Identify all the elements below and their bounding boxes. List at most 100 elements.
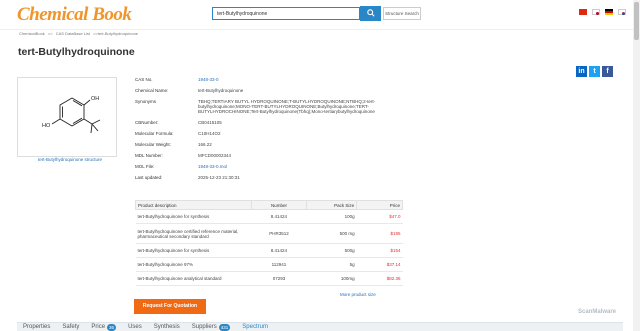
de-flag-icon[interactable] xyxy=(605,9,613,15)
breadcrumb-cas-list[interactable]: CAS DataBase List xyxy=(56,31,90,36)
search-icon xyxy=(366,9,375,17)
property-row: MDL Number: MFCD00002344 xyxy=(135,153,395,158)
property-label: Synonyms xyxy=(135,99,157,104)
search-input[interactable] xyxy=(212,7,360,20)
property-value[interactable]: 1948-33-0 xyxy=(198,77,388,82)
price: $195 xyxy=(356,223,403,244)
price: $37.14 xyxy=(356,257,403,272)
property-label: Chemical Name: xyxy=(135,88,169,93)
property-row: Molecular Weight: 166.22 xyxy=(135,142,395,147)
property-value: 2025-12-23 21:30:31 xyxy=(198,175,240,180)
property-row: Molecular Formula: C10H14O2 xyxy=(135,131,395,136)
tab-price[interactable]: Price 36 xyxy=(85,323,122,331)
product-table: Product description Number Pack Size Pri… xyxy=(135,200,403,286)
property-label: Molecular Weight: xyxy=(135,142,171,147)
breadcrumb-home[interactable]: ChemicalBook xyxy=(19,31,45,36)
facebook-icon[interactable]: f xyxy=(602,66,613,77)
tab-safety[interactable]: Safety xyxy=(56,323,85,331)
structure-link[interactable]: tert-Butylhydroquinone structure xyxy=(17,157,123,162)
price: $154 xyxy=(356,243,403,258)
tab-properties[interactable]: Properties xyxy=(17,323,56,331)
price: $47.0 xyxy=(356,209,403,224)
product-number: 8.41424 xyxy=(251,209,307,224)
oh-label-top: OH xyxy=(91,96,99,102)
property-row: CBNumber: CB0415105 xyxy=(135,120,395,125)
property-label: Last updated: xyxy=(135,175,163,180)
kr-flag-icon[interactable] xyxy=(618,9,626,15)
search-button[interactable] xyxy=(360,6,381,21)
tab-count-badge: 431 xyxy=(218,324,231,331)
pack-size: 500g xyxy=(306,243,357,258)
property-row: MOL File: 1948-33-0.mol xyxy=(135,164,395,169)
section-tabs: Properties Safety Price 36 Uses Synthesis Supp… xyxy=(17,322,623,331)
product-description: tert-Butylhydroquinone 97% xyxy=(135,257,252,272)
cn-flag-icon[interactable] xyxy=(579,9,587,15)
product-row[interactable]: tert-Butylhydroquinone 97% 112941 5g $37.14 xyxy=(135,257,403,272)
product-number: PHR3512 xyxy=(251,223,307,244)
watermark: ScanMalware xyxy=(578,309,617,315)
tab-spectrum[interactable]: Spectrum xyxy=(236,323,274,331)
tab-label: Price xyxy=(91,324,106,330)
product-row[interactable]: tert-Butylhydroquinone analytical standa… xyxy=(135,271,403,286)
request-quotation-button[interactable]: Request For Quotation xyxy=(134,299,206,314)
product-row[interactable]: tert-Butylhydroquinone for synthesis 8.41… xyxy=(135,243,403,258)
tab-label: Properties xyxy=(23,324,51,330)
col-price: Price xyxy=(356,200,403,210)
more-product-size-link[interactable]: More product size xyxy=(340,292,376,297)
property-row: Last updated: 2025-12-23 21:30:31 xyxy=(135,175,395,180)
col-number: Number xyxy=(250,200,308,210)
price: $82.36 xyxy=(356,271,403,286)
col-pack-size: Pack Size xyxy=(306,200,358,210)
scrollbar-track[interactable] xyxy=(633,0,640,331)
property-value: TBHQ;TERTIARY BUTYL HYDROQUINONE;T-BUTYL… xyxy=(198,99,376,114)
product-number: 112941 xyxy=(251,257,307,272)
pack-size: 500 mg xyxy=(306,223,357,244)
property-label: Molecular Formula: xyxy=(135,131,174,136)
breadcrumb-current: >>tert-Butylhydroquinone xyxy=(93,31,139,36)
property-value: MFCD00002344 xyxy=(198,153,232,158)
properties-list: CAS No. 1948-33-0 Chemical Name: tert-Butyl… xyxy=(135,77,395,186)
product-number: 8.41424 xyxy=(251,243,307,258)
site-logo[interactable]: Chemical Book xyxy=(17,4,132,26)
product-row[interactable]: tert-Butylhydroquinone for synthesis 8.41… xyxy=(135,209,403,224)
language-flags xyxy=(579,9,626,15)
social-share: in t f xyxy=(576,66,613,77)
property-value: CB0415105 xyxy=(198,120,222,125)
property-label: MOL File: xyxy=(135,164,155,169)
property-row: Chemical Name: tert-Butylhydroquinone xyxy=(135,88,395,93)
tab-uses[interactable]: Uses xyxy=(122,323,148,331)
jp-flag-icon[interactable] xyxy=(592,9,600,15)
property-value: 166.22 xyxy=(198,142,212,147)
tab-suppliers[interactable]: Suppliers 431 xyxy=(186,323,237,331)
property-label: CBNumber: xyxy=(135,120,159,125)
property-row: Synonyms TBHQ;TERTIARY BUTYL HYDROQUINONE… xyxy=(135,99,395,114)
property-row: CAS No. 1948-33-0 xyxy=(135,77,395,82)
product-description: tert-Butylhydroquinone certified referen… xyxy=(135,223,252,244)
product-table-header: Product description Number Pack Size Pri… xyxy=(135,200,403,210)
col-product-description: Product description xyxy=(135,200,252,210)
product-description: tert-Butylhydroquinone analytical standa… xyxy=(135,271,252,286)
tab-label: Suppliers xyxy=(191,324,217,330)
property-value: tert-Butylhydroquinone xyxy=(198,88,244,93)
linkedin-icon[interactable]: in xyxy=(576,66,587,77)
property-label: CAS No. xyxy=(135,77,153,82)
tab-synthesis[interactable]: Synthesis xyxy=(148,323,186,331)
product-description: tert-Butylhydroquinone for synthesis xyxy=(135,243,252,258)
structure-search-button[interactable]: Structure Search xyxy=(383,7,421,20)
scrollbar-thumb[interactable] xyxy=(634,2,639,40)
twitter-icon[interactable]: t xyxy=(589,66,600,77)
header: Chemical Book Structure Search xyxy=(0,0,640,30)
structure-image[interactable]: OH HO xyxy=(17,77,117,157)
molecule-structure-drawing: OH HO xyxy=(42,96,101,134)
property-label: MDL Number: xyxy=(135,153,163,158)
product-number: 07293 xyxy=(251,271,307,286)
tab-count-badge: 36 xyxy=(107,324,117,331)
breadcrumb-separator: >> xyxy=(47,31,53,36)
property-value[interactable]: 1948-33-0.mol xyxy=(198,164,388,169)
oh-label-left: HO xyxy=(42,123,51,129)
pack-size: 100mg xyxy=(306,271,357,286)
tab-label: Spectrum xyxy=(242,324,268,330)
breadcrumb: ChemicalBook >> CAS DataBase List >>tert… xyxy=(19,31,140,36)
product-row[interactable]: tert-Butylhydroquinone certified referen… xyxy=(135,223,403,244)
tab-label: Uses xyxy=(128,324,142,330)
